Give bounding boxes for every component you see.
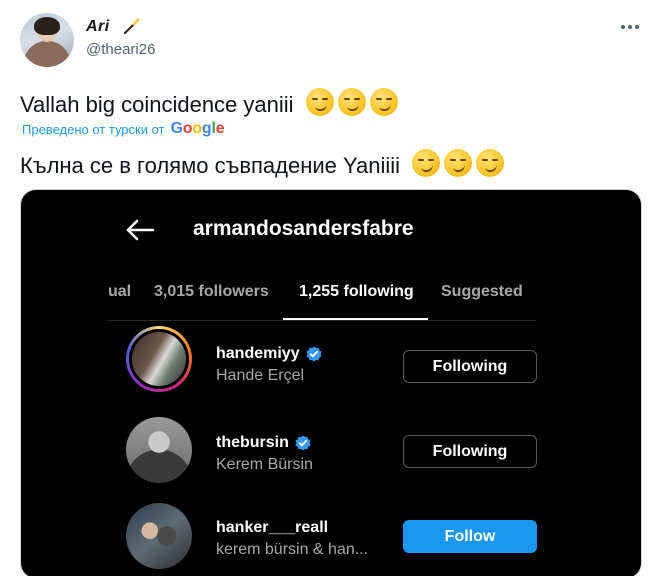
- user-handle[interactable]: @theari26: [86, 41, 155, 58]
- ig-following-button: Following: [403, 350, 537, 383]
- tweet-text-translated: Кълна се в голямо съвпадение Yaniiii: [20, 149, 505, 179]
- ig-active-tab-indicator: [283, 318, 428, 320]
- ig-tab-following: 1,255 following: [299, 283, 414, 300]
- translation-attribution[interactable]: Преведено от турски от Google: [22, 120, 225, 138]
- more-options-icon[interactable]: [621, 20, 643, 34]
- verified-badge-icon: [306, 346, 322, 362]
- smirking-face-emoji-icon: [444, 149, 473, 177]
- ig-avatar: [126, 417, 192, 483]
- ig-list-username: thebursin: [216, 434, 311, 452]
- ig-list-username: handemiyy: [216, 345, 322, 363]
- ig-list-item: hanker___reall kerem bürsin & han... Fol…: [126, 503, 546, 573]
- smirking-face-emoji-icon: [337, 88, 366, 116]
- ig-list-item: handemiyy Hande Erçel Following: [126, 326, 546, 396]
- smirking-face-emoji-icon: [305, 88, 334, 116]
- ig-username-text: handemiyy: [216, 345, 300, 362]
- ig-list-fullname: kerem bürsin & han...: [216, 541, 369, 558]
- back-arrow-icon: [126, 219, 155, 241]
- ig-username-text: hanker___reall: [216, 519, 329, 536]
- ig-profile-username: armandosandersfabre: [193, 217, 414, 240]
- ig-tab-followers: 3,015 followers: [154, 283, 269, 300]
- translated-from-label: Преведено от турски от: [22, 121, 165, 137]
- attached-screenshot-image[interactable]: armandosandersfabre ual 3,015 followers …: [20, 189, 642, 576]
- google-logo: Google: [170, 120, 225, 137]
- ig-tab-suggested: Suggested: [441, 283, 523, 300]
- ig-list-fullname: Hande Erçel: [216, 367, 305, 384]
- ig-tab-mutual: ual: [108, 283, 132, 300]
- tweet-text-original: Vallah big coincidence yaniii: [20, 88, 398, 118]
- profile-avatar[interactable]: [20, 13, 74, 67]
- ig-tab-divider: [108, 320, 536, 321]
- smirking-face-emoji-icon: [476, 149, 505, 177]
- ig-avatar: [126, 503, 192, 569]
- verified-badge-icon: [295, 435, 311, 451]
- ig-list-fullname: Kerem Bürsin: [216, 456, 313, 473]
- magic-wand-icon: [123, 17, 141, 35]
- ig-following-button: Following: [403, 435, 537, 468]
- emoji-group: [412, 149, 505, 177]
- smirking-face-emoji-icon: [369, 88, 398, 116]
- ig-avatar-with-story-ring: [126, 326, 192, 392]
- ig-username-text: thebursin: [216, 434, 289, 451]
- tweet-translated-text: Кълна се в голямо съвпадение Yaniiii: [20, 153, 401, 178]
- emoji-group: [305, 88, 398, 116]
- display-name[interactable]: Ari: [86, 18, 110, 36]
- ig-list-username: hanker___reall: [216, 519, 328, 537]
- tweet-original-text: Vallah big coincidence yaniii: [20, 92, 294, 117]
- ig-list-item: thebursin Kerem Bürsin Following: [126, 417, 546, 487]
- smirking-face-emoji-icon: [412, 149, 441, 177]
- ig-follow-button: Follow: [403, 520, 537, 553]
